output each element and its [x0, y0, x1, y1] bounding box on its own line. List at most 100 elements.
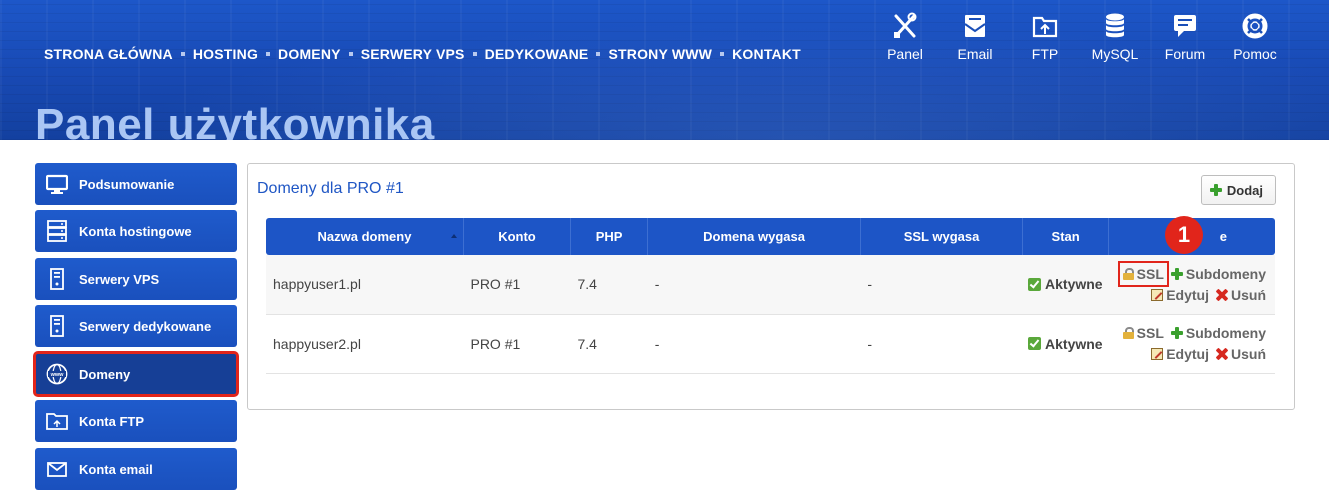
sort-asc-icon [450, 234, 457, 238]
nav-separator [720, 52, 725, 56]
sidebar-item-label: Serwery VPS [79, 271, 160, 287]
nav-hosting[interactable]: HOSTING [193, 46, 258, 62]
column-header-domain[interactable]: Nazwa domeny [266, 218, 464, 255]
domains-table: Nazwa domeny Konto PHP Domena wygasa SSL… [266, 218, 1275, 374]
tool-mysql[interactable]: MySQL [1080, 12, 1150, 62]
www-globe-icon: www [35, 353, 79, 395]
domain-name[interactable]: happyuser2.pl [266, 314, 463, 373]
tool-shortcuts: Panel Email FTP MySQL Forum Pomoc [870, 12, 1290, 62]
server-rack-icon [35, 210, 79, 252]
tool-ftp[interactable]: FTP [1010, 12, 1080, 62]
nav-home[interactable]: STRONA GŁÓWNA [44, 46, 173, 62]
subdomains-action[interactable]: Subdomeny [1170, 325, 1266, 341]
nav-vps[interactable]: SERWERY VPS [361, 46, 465, 62]
domain-name[interactable]: happyuser1.pl [266, 255, 463, 314]
nav-domains[interactable]: DOMENY [278, 46, 341, 62]
domains-panel: Domeny dla PRO #1 Dodaj Nazwa domeny Kon… [247, 163, 1295, 410]
column-header-status[interactable]: Stan [1022, 218, 1110, 255]
site-header: STRONA GŁÓWNA HOSTING DOMENY SERWERY VPS… [0, 0, 1329, 140]
ssl-expires-cell: - [867, 335, 873, 352]
edit-icon [1151, 288, 1164, 301]
delete-icon [1216, 289, 1228, 301]
check-icon [1028, 277, 1042, 291]
sidebar-item-hosting-accounts[interactable]: Konta hostingowe [35, 210, 237, 252]
envelope-icon [35, 448, 79, 490]
svg-text:www: www [50, 372, 65, 378]
delete-icon [1216, 348, 1228, 360]
column-header-php[interactable]: PHP [570, 218, 649, 255]
actions-cell: SSL Subdomeny Edytuj Usuń [1109, 314, 1275, 373]
nav-dedicated[interactable]: DEDYKOWANE [485, 46, 589, 62]
sidebar-item-vps[interactable]: Serwery VPS [35, 258, 237, 300]
status-badge: Aktywne [1023, 276, 1109, 292]
nav-contact[interactable]: KONTAKT [732, 46, 801, 62]
tool-mysql-label: MySQL [1091, 46, 1139, 62]
plus-icon [1170, 327, 1183, 339]
edit-icon [1151, 348, 1164, 360]
add-domain-button[interactable]: Dodaj [1200, 175, 1276, 205]
status-badge: Aktywne [1023, 336, 1109, 352]
sidebar-item-domains[interactable]: www Domeny [33, 351, 239, 397]
tool-panel[interactable]: Panel [870, 12, 940, 62]
column-header-domain-expires[interactable]: Domena wygasa [647, 218, 861, 255]
account-cell: PRO #1 [470, 335, 521, 352]
ssl-action[interactable]: SSL [1117, 260, 1169, 287]
tool-email[interactable]: Email [940, 12, 1010, 62]
column-header-account[interactable]: Konto [463, 218, 571, 255]
php-cell: 7.4 [577, 335, 597, 352]
tool-help-label: Pomoc [1233, 46, 1277, 62]
sidebar-item-label: Konta email [79, 461, 153, 477]
table-row: happyuser1.pl PRO #1 7.4 - - Aktywne SSL… [266, 255, 1275, 314]
sidebar-item-label: Serwery dedykowane [79, 318, 212, 334]
server-tower-icon [35, 305, 79, 347]
status-cell: Aktywne [1023, 255, 1109, 314]
subdomains-action[interactable]: Subdomeny [1170, 266, 1266, 282]
table-row: happyuser2.pl PRO #1 7.4 - - Aktywne SSL… [266, 314, 1275, 373]
chat-icon [1174, 15, 1196, 37]
column-header-ssl-expires[interactable]: SSL wygasa [860, 218, 1024, 255]
edit-action[interactable]: Edytuj [1151, 287, 1209, 303]
account-cell: PRO #1 [470, 276, 521, 293]
delete-action[interactable]: Usuń [1216, 287, 1266, 303]
tool-help[interactable]: Pomoc [1220, 12, 1290, 62]
sidebar-item-ftp-accounts[interactable]: Konta FTP [35, 400, 237, 442]
ftp-folder-icon [35, 400, 79, 442]
monitor-icon [35, 163, 79, 205]
table-header-row: Nazwa domeny Konto PHP Domena wygasa SSL… [266, 218, 1275, 255]
domain-expires-cell: - [654, 335, 660, 352]
plus-icon [1209, 184, 1222, 196]
lifebuoy-icon [1242, 13, 1268, 39]
top-navigation: STRONA GŁÓWNA HOSTING DOMENY SERWERY VPS… [44, 46, 801, 62]
server-tower-icon [35, 258, 79, 300]
php-cell: 7.4 [577, 276, 597, 293]
tool-forum[interactable]: Forum [1150, 12, 1220, 62]
panel-title: Domeny dla PRO #1 [257, 180, 404, 197]
delete-action[interactable]: Usuń [1216, 346, 1266, 362]
sidebar-item-summary[interactable]: Podsumowanie [35, 163, 237, 205]
ftp-folder-icon [1032, 16, 1058, 38]
domain-expires-cell: - [654, 276, 660, 293]
nav-separator [472, 52, 477, 56]
tools-icon [894, 12, 917, 38]
sidebar-item-email-accounts[interactable]: Konta email [35, 448, 237, 490]
add-button-label: Dodaj [1226, 182, 1263, 198]
nav-websites[interactable]: STRONY WWW [608, 46, 712, 62]
page-title: Panel użytkownika [35, 100, 435, 140]
lock-icon [1122, 327, 1134, 339]
edit-action[interactable]: Edytuj [1151, 346, 1209, 362]
tool-forum-label: Forum [1164, 46, 1206, 62]
email-icon [964, 15, 986, 37]
lock-icon [1122, 267, 1134, 280]
sidebar-item-label: Domeny [79, 366, 131, 382]
database-icon [1106, 13, 1124, 38]
sidebar-item-dedicated[interactable]: Serwery dedykowane [35, 305, 237, 347]
sidebar-item-label: Podsumowanie [79, 176, 175, 192]
tool-ftp-label: FTP [1031, 46, 1059, 62]
ssl-action[interactable]: SSL [1122, 325, 1164, 341]
nav-separator [266, 52, 271, 56]
check-icon [1028, 337, 1042, 350]
tool-panel-label: Panel [887, 46, 923, 62]
sidebar-item-label: Konta FTP [79, 413, 144, 429]
nav-separator [180, 52, 185, 56]
tool-email-label: Email [957, 46, 993, 62]
